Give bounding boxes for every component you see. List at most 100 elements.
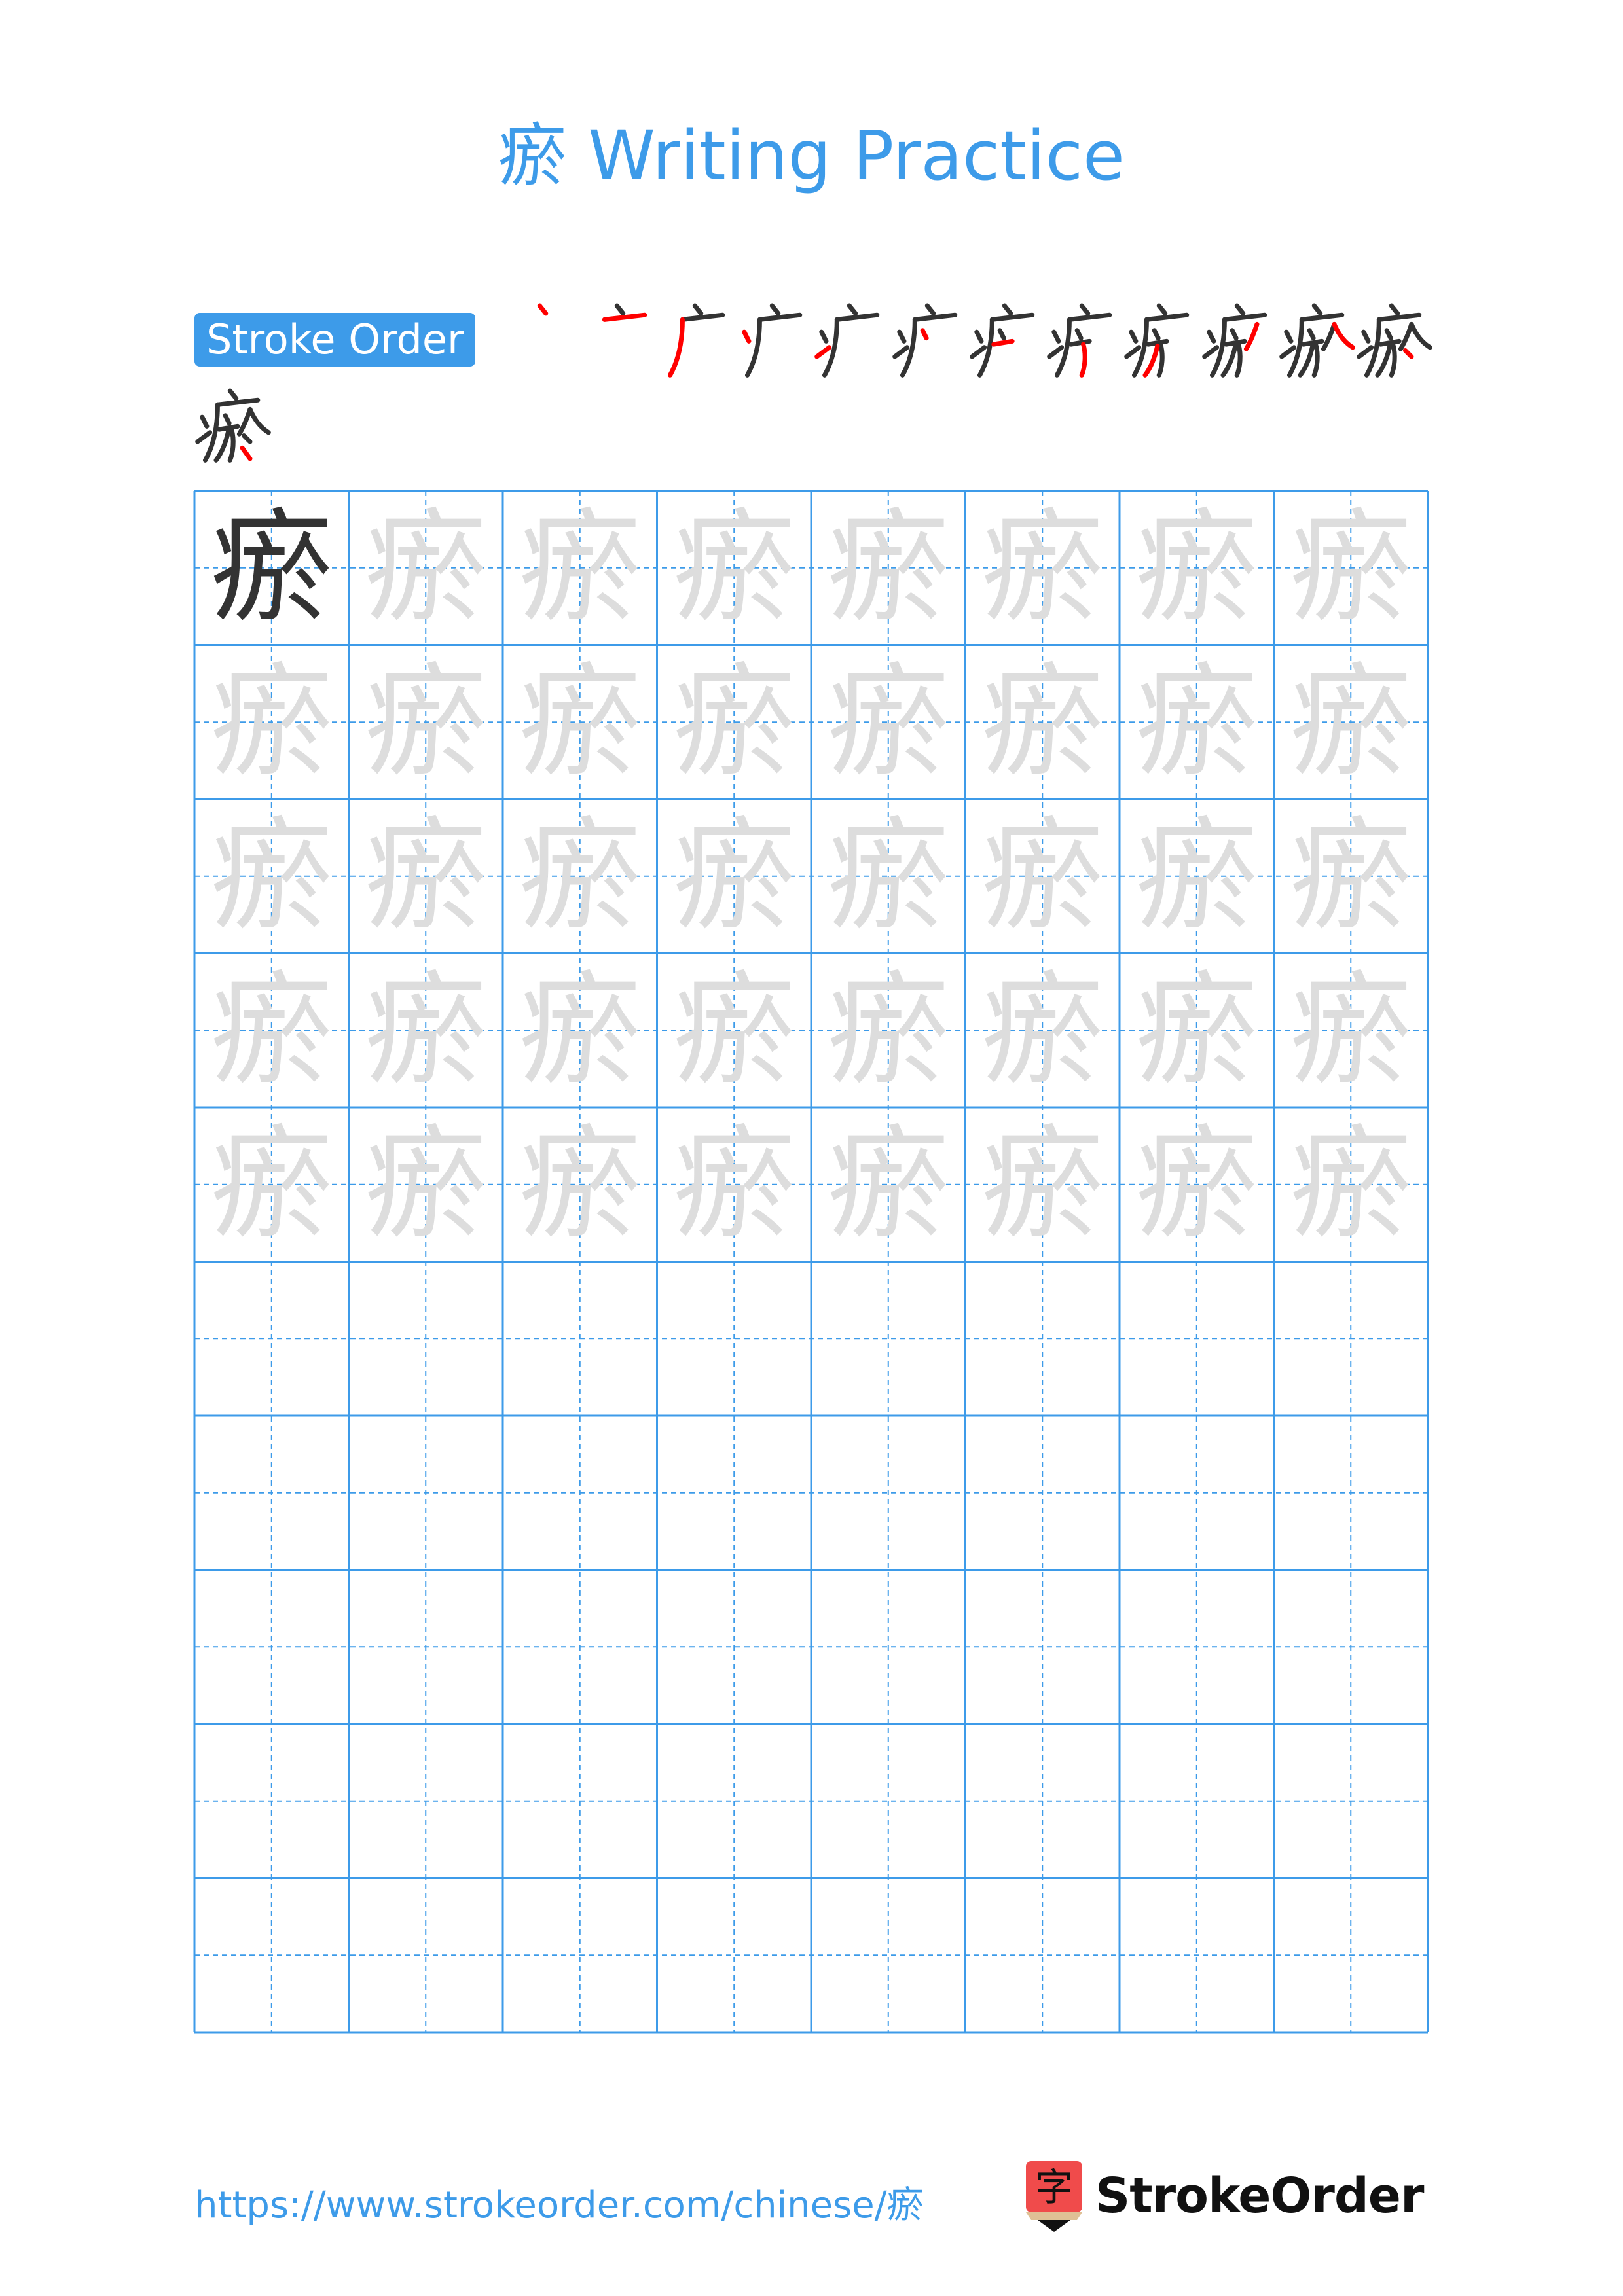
trace-character-cell[interactable]: 瘀 <box>1120 645 1274 800</box>
empty-practice-cell[interactable] <box>1274 1416 1429 1570</box>
stroke-path <box>1129 329 1139 344</box>
trace-character-cell[interactable]: 瘀 <box>503 645 657 800</box>
trace-character-cell[interactable]: 瘀 <box>1120 491 1274 645</box>
trace-character: 瘀 <box>519 651 641 793</box>
trace-character-cell[interactable]: 瘀 <box>194 799 349 954</box>
empty-practice-cell[interactable] <box>503 1262 657 1416</box>
empty-practice-cell[interactable] <box>966 1724 1120 1878</box>
empty-practice-cell[interactable] <box>657 1262 812 1416</box>
empty-practice-cell[interactable] <box>503 1570 657 1725</box>
empty-practice-cell[interactable] <box>194 1416 349 1570</box>
empty-practice-cell[interactable] <box>657 1724 812 1878</box>
empty-practice-cell[interactable] <box>1120 1262 1274 1416</box>
empty-practice-cell[interactable] <box>657 1416 812 1570</box>
trace-character-cell[interactable]: 瘀 <box>811 799 966 954</box>
empty-practice-cell[interactable] <box>811 1570 966 1725</box>
trace-character-cell[interactable]: 瘀 <box>811 1107 966 1262</box>
trace-character-cell[interactable]: 瘀 <box>349 645 503 800</box>
empty-practice-cell[interactable] <box>966 1262 1120 1416</box>
strokeorder-logo[interactable]: 字 StrokeOrder <box>1025 2160 1424 2232</box>
trace-character: 瘀 <box>210 651 333 793</box>
trace-character-cell[interactable]: 瘀 <box>811 954 966 1108</box>
trace-character-cell[interactable]: 瘀 <box>657 491 812 645</box>
trace-character-cell[interactable]: 瘀 <box>503 1107 657 1262</box>
trace-character: 瘀 <box>827 651 949 793</box>
empty-practice-cell[interactable] <box>194 1724 349 1878</box>
trace-character-cell[interactable]: 瘀 <box>503 491 657 645</box>
empty-practice-cell[interactable] <box>1120 1878 1274 2033</box>
empty-practice-cell[interactable] <box>657 1570 812 1725</box>
empty-practice-cell[interactable] <box>349 1262 503 1416</box>
empty-practice-cell[interactable] <box>349 1878 503 2033</box>
stroke-path <box>1375 343 1393 378</box>
model-character-cell[interactable]: 瘀 <box>194 491 349 645</box>
empty-practice-cell[interactable] <box>811 1724 966 1878</box>
empty-practice-cell[interactable] <box>349 1570 503 1725</box>
trace-character-cell[interactable]: 瘀 <box>1120 1107 1274 1262</box>
empty-practice-cell[interactable] <box>1120 1416 1274 1570</box>
trace-character-cell[interactable]: 瘀 <box>1274 799 1429 954</box>
trace-character-cell[interactable]: 瘀 <box>503 954 657 1108</box>
trace-character-cell[interactable]: 瘀 <box>657 1107 812 1262</box>
empty-practice-cell[interactable] <box>349 1724 503 1878</box>
empty-practice-cell[interactable] <box>1120 1570 1274 1725</box>
trace-character-cell[interactable]: 瘀 <box>657 954 812 1108</box>
trace-character-cell[interactable]: 瘀 <box>194 954 349 1108</box>
trace-character: 瘀 <box>1135 1113 1258 1255</box>
trace-character-cell[interactable]: 瘀 <box>1120 799 1274 954</box>
stroke-path <box>757 312 803 322</box>
trace-character-cell[interactable]: 瘀 <box>349 1107 503 1262</box>
empty-practice-cell[interactable] <box>966 1878 1120 2033</box>
trace-character-cell[interactable]: 瘀 <box>349 954 503 1108</box>
logo-glyph: 字 <box>1035 2165 1073 2210</box>
trace-character-cell[interactable]: 瘀 <box>966 799 1120 954</box>
empty-practice-cell[interactable] <box>1274 1878 1429 2033</box>
trace-character-cell[interactable]: 瘀 <box>811 645 966 800</box>
trace-character-cell[interactable]: 瘀 <box>503 799 657 954</box>
trace-character-cell[interactable]: 瘀 <box>966 954 1120 1108</box>
empty-practice-cell[interactable] <box>503 1878 657 2033</box>
empty-practice-cell[interactable] <box>194 1570 349 1725</box>
empty-practice-cell[interactable] <box>1120 1724 1274 1878</box>
stroke-path <box>227 388 239 401</box>
empty-practice-cell[interactable] <box>811 1416 966 1570</box>
empty-practice-cell[interactable] <box>1274 1570 1429 1725</box>
trace-character-cell[interactable]: 瘀 <box>966 645 1120 800</box>
empty-practice-cell[interactable] <box>966 1416 1120 1570</box>
stroke-path <box>814 345 832 359</box>
trace-character-cell[interactable]: 瘀 <box>811 491 966 645</box>
trace-character-cell[interactable]: 瘀 <box>194 1107 349 1262</box>
stroke-path <box>1144 312 1190 322</box>
trace-character: 瘀 <box>673 959 795 1102</box>
stroke-path <box>223 413 232 426</box>
empty-practice-cell[interactable] <box>349 1416 503 1570</box>
stroke-path <box>1332 321 1355 350</box>
stroke-path <box>1311 342 1320 378</box>
trace-character-cell[interactable]: 瘀 <box>1274 491 1429 645</box>
trace-character: 瘀 <box>519 959 641 1102</box>
empty-practice-cell[interactable] <box>966 1570 1120 1725</box>
empty-practice-cell[interactable] <box>657 1878 812 2033</box>
empty-practice-cell[interactable] <box>1274 1262 1429 1416</box>
trace-character-cell[interactable]: 瘀 <box>966 491 1120 645</box>
trace-character-cell[interactable]: 瘀 <box>194 645 349 800</box>
footer-url-link[interactable]: https://www.strokeorder.com/chinese/瘀 <box>194 2179 924 2232</box>
trace-character-cell[interactable]: 瘀 <box>657 645 812 800</box>
stroke-path <box>195 430 213 444</box>
stroke-path <box>924 303 936 316</box>
empty-practice-cell[interactable] <box>503 1416 657 1570</box>
empty-practice-cell[interactable] <box>503 1724 657 1878</box>
trace-character-cell[interactable]: 瘀 <box>349 491 503 645</box>
trace-character-cell[interactable]: 瘀 <box>1274 1107 1429 1262</box>
trace-character-cell[interactable]: 瘀 <box>1274 954 1429 1108</box>
empty-practice-cell[interactable] <box>194 1262 349 1416</box>
trace-character-cell[interactable]: 瘀 <box>966 1107 1120 1262</box>
empty-practice-cell[interactable] <box>811 1262 966 1416</box>
trace-character-cell[interactable]: 瘀 <box>1120 954 1274 1108</box>
trace-character-cell[interactable]: 瘀 <box>1274 645 1429 800</box>
empty-practice-cell[interactable] <box>194 1878 349 2033</box>
trace-character-cell[interactable]: 瘀 <box>657 799 812 954</box>
empty-practice-cell[interactable] <box>1274 1724 1429 1878</box>
empty-practice-cell[interactable] <box>811 1878 966 2033</box>
trace-character-cell[interactable]: 瘀 <box>349 799 503 954</box>
